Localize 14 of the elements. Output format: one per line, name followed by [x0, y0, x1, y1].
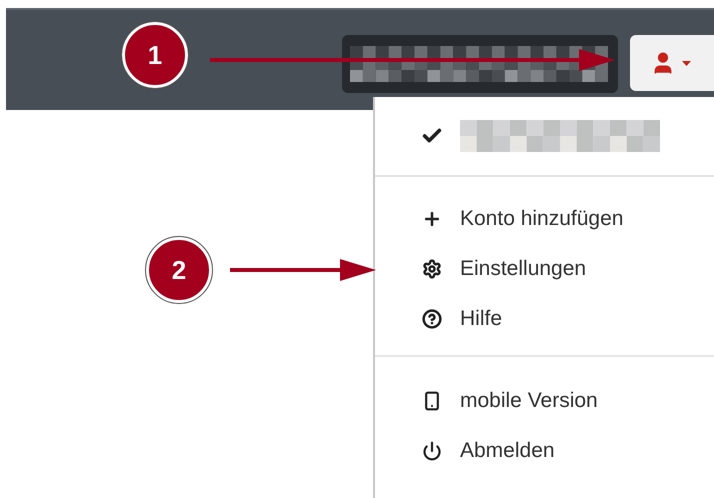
- help-icon: [422, 309, 442, 329]
- account-switcher[interactable]: [342, 35, 618, 93]
- menu-item[interactable]: Abmelden: [375, 435, 714, 467]
- step-marker: 2: [146, 237, 212, 303]
- menu-item[interactable]: Hilfe: [375, 303, 714, 335]
- power-icon: [422, 441, 442, 461]
- user-menu-button[interactable]: [630, 35, 714, 91]
- menu-item[interactable]: Konto hinzufügen: [375, 203, 714, 235]
- smartphone-icon: [422, 391, 442, 411]
- caret-icon: [682, 60, 691, 66]
- settings-icon: [422, 259, 442, 279]
- menu-item[interactable]: Einstellungen: [375, 253, 714, 285]
- plus-icon: [422, 209, 442, 229]
- menu-item[interactable]: mobile Version: [375, 385, 714, 417]
